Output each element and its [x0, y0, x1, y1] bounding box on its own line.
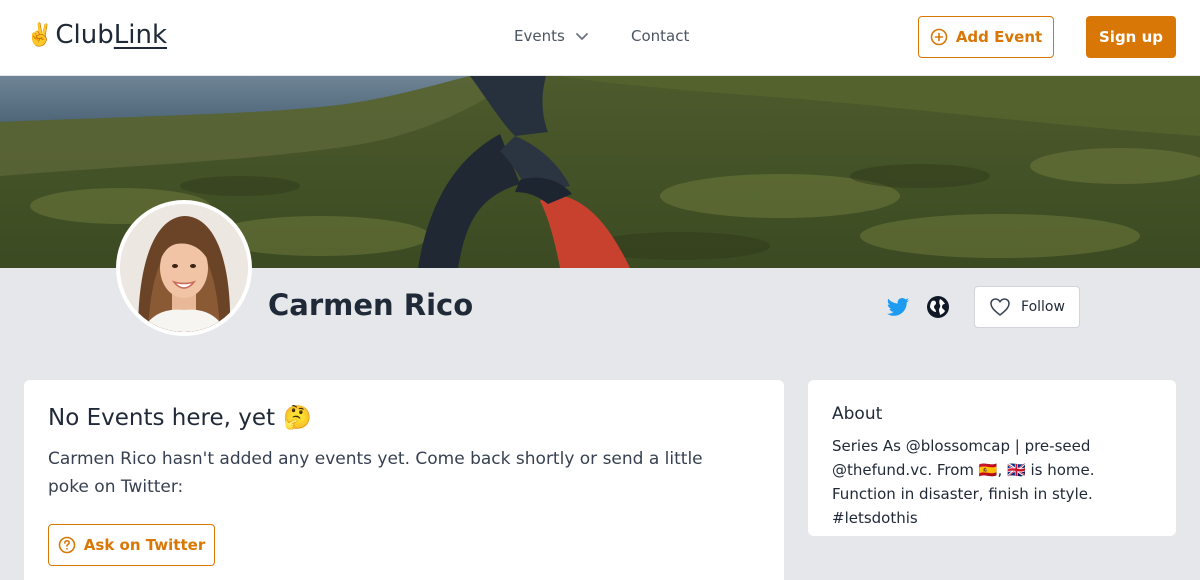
add-event-label: Add Event [955, 28, 1043, 46]
question-circle-icon [58, 536, 76, 554]
ask-on-twitter-button[interactable]: Ask on Twitter [48, 524, 215, 566]
thinking-face-icon: 🤔 [283, 405, 312, 431]
ask-on-twitter-label: Ask on Twitter [83, 536, 206, 554]
nav-events-dropdown[interactable]: Events [514, 27, 589, 45]
follow-button[interactable]: Follow [974, 286, 1080, 328]
twitter-icon[interactable] [886, 295, 910, 319]
events-card-title: No Events here, yet 🤔 [48, 404, 760, 432]
chevron-down-icon [575, 33, 588, 40]
globe-icon[interactable] [926, 295, 950, 319]
signup-button[interactable]: Sign up [1086, 16, 1176, 58]
logo-text-club: Club [55, 20, 114, 50]
events-card: No Events here, yet 🤔 Carmen Rico hasn't… [24, 380, 784, 580]
events-card-message: Carmen Rico hasn't added any events yet.… [48, 449, 703, 497]
victory-hand-icon: ✌️ [26, 22, 54, 48]
profile-avatar [116, 200, 252, 336]
top-navbar: ✌️ Club Link Events Contact Add Event Si… [0, 0, 1200, 76]
logo-text-link: Link [113, 20, 168, 50]
profile-name: Carmen Rico [268, 288, 474, 322]
heart-icon [990, 298, 1010, 316]
events-card-title-text: No Events here, yet [48, 404, 276, 431]
plus-circle-icon [930, 28, 948, 46]
nav-events-label: Events [514, 27, 565, 45]
follow-label: Follow [1021, 299, 1065, 315]
about-bio: Series As @blossomcap | pre-seed @thefun… [832, 437, 1095, 527]
clublink-logo[interactable]: ✌️ Club Link [26, 20, 167, 50]
about-card: About Series As @blossomcap | pre-seed @… [808, 380, 1176, 536]
add-event-button[interactable]: Add Event [918, 16, 1054, 58]
nav-contact-link[interactable]: Contact [631, 27, 689, 45]
about-title: About [832, 404, 883, 424]
